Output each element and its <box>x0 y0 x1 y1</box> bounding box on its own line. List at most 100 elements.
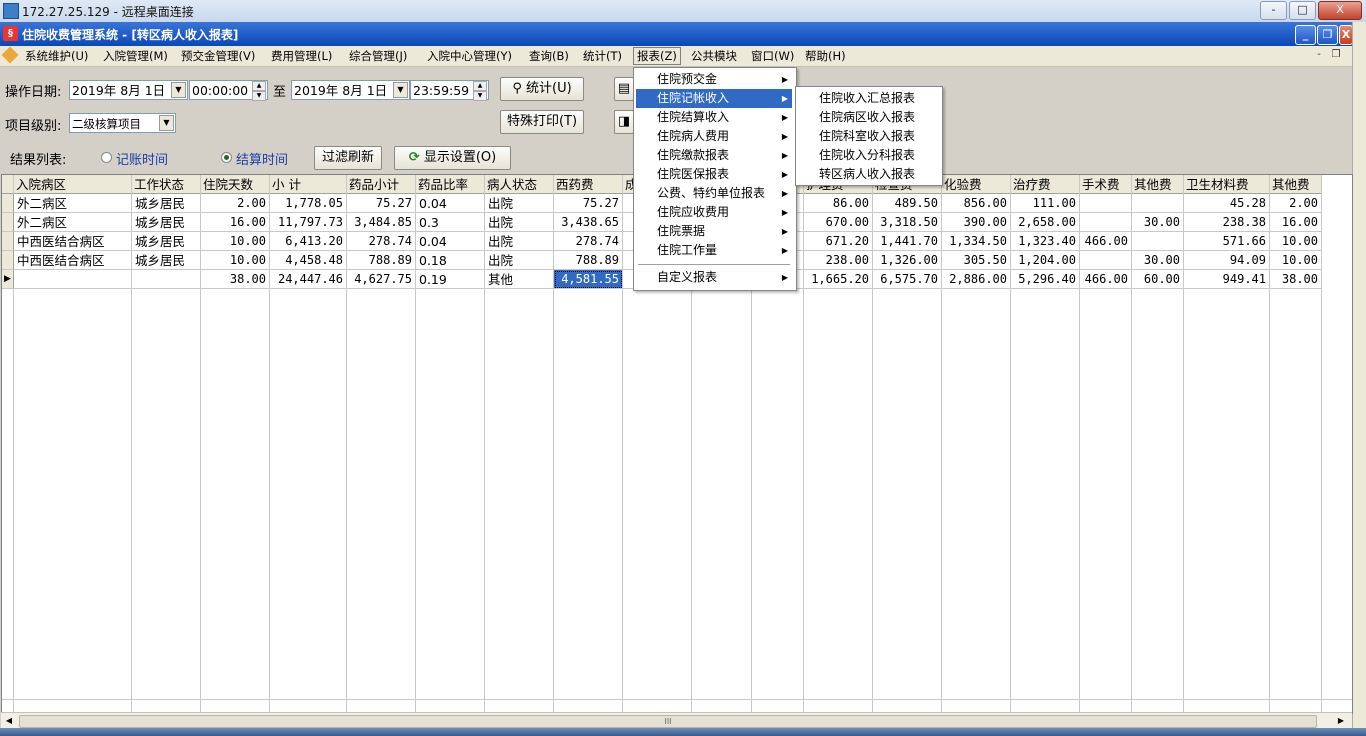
cell-treatment-fee[interactable]: 2,658.00 <box>1011 213 1080 232</box>
cell-work-status[interactable]: 城乡居民 <box>132 194 201 213</box>
menu-help[interactable]: 帮助(H) <box>802 48 849 64</box>
special-print-button[interactable]: 特殊打印(T) <box>500 110 584 134</box>
remote-close-button[interactable]: X <box>1318 1 1362 20</box>
menu-statistics[interactable]: 统计(T) <box>580 48 625 64</box>
cell-stay-days[interactable]: 10.00 <box>201 251 270 270</box>
scroll-left-icon[interactable]: ◀ <box>3 715 15 727</box>
column-header-other-fee-2[interactable]: 其他费 <box>1270 175 1322 194</box>
cell-drug-ratio[interactable]: 0.18 <box>416 251 485 270</box>
cell-surgery-fee[interactable] <box>1080 213 1132 232</box>
cell-western-drug-fee[interactable]: 278.74 <box>554 232 623 251</box>
column-header-lab-fee[interactable]: 化验费 <box>942 175 1011 194</box>
print-button[interactable]: ▤ <box>614 77 634 101</box>
filter-refresh-button[interactable]: 过滤刷新 <box>314 146 382 170</box>
cell-other-fee-2[interactable]: 10.00 <box>1270 251 1322 270</box>
cell-exam-fee[interactable]: 3,318.50 <box>873 213 942 232</box>
cell-stay-days[interactable]: 2.00 <box>201 194 270 213</box>
cell-drug-subtotal[interactable]: 4,627.75 <box>347 270 416 289</box>
cell-drug-subtotal[interactable]: 75.27 <box>347 194 416 213</box>
column-header-treatment-fee[interactable]: 治疗费 <box>1011 175 1080 194</box>
cell-surgery-fee[interactable] <box>1080 251 1132 270</box>
menu-common[interactable]: 公共模块 <box>688 48 740 64</box>
cell-lab-fee[interactable]: 2,886.00 <box>942 270 1011 289</box>
cell-material-fee[interactable]: 949.41 <box>1184 270 1270 289</box>
settlement-time-radio[interactable] <box>221 152 232 163</box>
display-settings-button[interactable]: ⟳ 显示设置(O) <box>394 146 511 170</box>
cell-work-status[interactable]: 城乡居民 <box>132 232 201 251</box>
menu-window[interactable]: 窗口(W) <box>748 48 797 64</box>
cell-exam-fee[interactable]: 1,326.00 <box>873 251 942 270</box>
column-header-ward[interactable]: 入院病区 <box>14 175 132 194</box>
cell-patient-status[interactable]: 出院 <box>485 232 554 251</box>
cell-work-status[interactable]: 城乡居民 <box>132 251 201 270</box>
cell-subtotal[interactable]: 6,413.20 <box>270 232 347 251</box>
submenu-income-by-dept[interactable]: 住院收入分科报表 <box>798 146 938 165</box>
cell-treatment-fee[interactable]: 1,204.00 <box>1011 251 1080 270</box>
column-header-surgery-fee[interactable]: 手术费 <box>1080 175 1132 194</box>
cell-material-fee[interactable]: 571.66 <box>1184 232 1270 251</box>
cell-drug-subtotal[interactable]: 278.74 <box>347 232 416 251</box>
end-date-picker[interactable]: 2019年 8月 1日 ▼ <box>291 80 410 100</box>
app-minimize-button[interactable]: _ <box>1295 25 1316 45</box>
report-menu-patient-fees[interactable]: 住院病人费用 ▶ <box>636 127 792 146</box>
cell-patient-status[interactable]: 其他 <box>485 270 554 289</box>
report-menu-public-units[interactable]: 公费、特约单位报表 ▶ <box>636 184 792 203</box>
menu-general[interactable]: 综合管理(J) <box>346 48 410 64</box>
cell-patient-status[interactable]: 出院 <box>485 213 554 232</box>
start-time-input[interactable]: 00:00:00 ▲ ▼ <box>189 80 268 101</box>
cell-other-fee[interactable]: 30.00 <box>1132 213 1184 232</box>
cell-exam-fee[interactable]: 489.50 <box>873 194 942 213</box>
report-menu-receivable[interactable]: 住院应收费用 ▶ <box>636 203 792 222</box>
start-date-picker[interactable]: 2019年 8月 1日 ▼ <box>69 80 188 100</box>
start-date-dropdown-icon[interactable]: ▼ <box>171 82 186 98</box>
cell-drug-ratio[interactable]: 0.04 <box>416 194 485 213</box>
cell-western-drug-fee[interactable]: 788.89 <box>554 251 623 270</box>
cell-drug-ratio[interactable]: 0.19 <box>416 270 485 289</box>
cell-stay-days[interactable]: 10.00 <box>201 232 270 251</box>
cell-work-status[interactable]: 城乡居民 <box>132 213 201 232</box>
billing-time-label[interactable]: 记账时间 <box>116 149 168 168</box>
menu-system-icon[interactable] <box>1 46 19 64</box>
start-time-spinner[interactable]: ▲ ▼ <box>252 81 266 101</box>
cell-other-fee[interactable]: 60.00 <box>1132 270 1184 289</box>
row-indicator[interactable] <box>2 213 14 232</box>
cell-treatment-fee[interactable]: 1,323.40 <box>1011 232 1080 251</box>
grid-horizontal-scrollbar[interactable]: ◀ III ▶ <box>1 712 1352 729</box>
cell-drug-subtotal[interactable]: 3,484.85 <box>347 213 416 232</box>
cell-surgery-fee[interactable]: 466.00 <box>1080 270 1132 289</box>
cell-western-drug-fee[interactable]: 4,581.55 <box>554 270 623 289</box>
billing-time-radio[interactable] <box>101 152 112 163</box>
cell-treatment-fee[interactable]: 5,296.40 <box>1011 270 1080 289</box>
column-header-drug-ratio[interactable]: 药品比率 <box>416 175 485 194</box>
report-menu-custom[interactable]: 自定义报表 ▶ <box>636 268 792 287</box>
menu-admission[interactable]: 入院管理(M) <box>100 48 171 64</box>
report-menu-invoices[interactable]: 住院票据 ▶ <box>636 222 792 241</box>
cell-subtotal[interactable]: 24,447.46 <box>270 270 347 289</box>
level-dropdown-icon[interactable]: ▼ <box>159 115 174 131</box>
row-indicator[interactable]: ▶ <box>2 270 14 289</box>
menu-admission-center[interactable]: 入院中心管理(Y) <box>424 48 515 64</box>
report-menu-workload[interactable]: 住院工作量 ▶ <box>636 241 792 260</box>
menu-system-maintenance[interactable]: 系统维护(U) <box>22 48 91 64</box>
column-header-drug-subtotal[interactable]: 药品小计 <box>347 175 416 194</box>
column-header-material-fee[interactable]: 卫生材料费 <box>1184 175 1270 194</box>
cell-nursing-fee[interactable]: 86.00 <box>804 194 873 213</box>
report-menu-payment[interactable]: 住院缴款报表 ▶ <box>636 146 792 165</box>
cell-material-fee[interactable]: 94.09 <box>1184 251 1270 270</box>
statistics-button[interactable]: ⚲ 统计(U) <box>500 77 584 101</box>
cell-other-fee-2[interactable]: 16.00 <box>1270 213 1322 232</box>
cell-other-fee[interactable] <box>1132 194 1184 213</box>
cell-surgery-fee[interactable]: 466.00 <box>1080 232 1132 251</box>
cell-stay-days[interactable]: 38.00 <box>201 270 270 289</box>
scroll-thumb[interactable]: III <box>19 715 1317 728</box>
column-header-subtotal[interactable]: 小 计 <box>270 175 347 194</box>
report-menu-billing-income[interactable]: 住院记帐收入 ▶ <box>636 89 792 108</box>
remote-restore-button[interactable]: □ <box>1289 1 1316 20</box>
cell-stay-days[interactable]: 16.00 <box>201 213 270 232</box>
report-menu-insurance[interactable]: 住院医保报表 ▶ <box>636 165 792 184</box>
cell-lab-fee[interactable]: 856.00 <box>942 194 1011 213</box>
end-date-dropdown-icon[interactable]: ▼ <box>393 82 408 98</box>
cell-other-fee[interactable] <box>1132 232 1184 251</box>
cell-drug-ratio[interactable]: 0.3 <box>416 213 485 232</box>
column-header-stay-days[interactable]: 住院天数 <box>201 175 270 194</box>
